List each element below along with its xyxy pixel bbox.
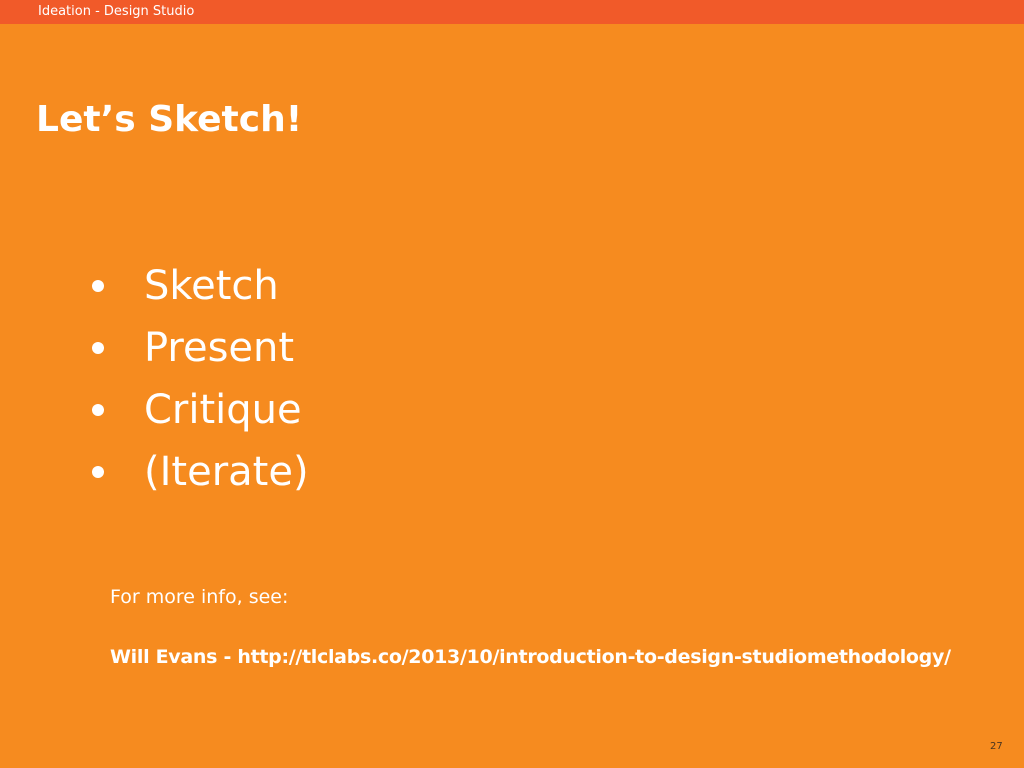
bullet-text: Present: [144, 325, 295, 371]
more-info-label: For more info, see:: [110, 586, 289, 608]
bullet-list: Sketch Present Critique (Iterate): [92, 255, 309, 503]
bullet-item: Present: [92, 317, 309, 379]
reference-link[interactable]: Will Evans - http://tlclabs.co/2013/10/i…: [110, 644, 1024, 670]
bullet-item: (Iterate): [92, 441, 309, 503]
bullet-item: Sketch: [92, 255, 309, 317]
page-number: 27: [990, 741, 1003, 752]
bullet-text: Critique: [144, 387, 302, 433]
bullet-dot-icon: [92, 280, 104, 292]
header-title: Ideation - Design Studio: [38, 4, 195, 19]
slide-title: Let’s Sketch!: [36, 99, 303, 140]
bullet-dot-icon: [92, 404, 104, 416]
bullet-text: (Iterate): [144, 449, 309, 495]
bullet-dot-icon: [92, 466, 104, 478]
bullet-dot-icon: [92, 342, 104, 354]
bullet-item: Critique: [92, 379, 309, 441]
header-bar: Ideation - Design Studio: [0, 0, 1024, 24]
bullet-text: Sketch: [144, 263, 279, 309]
